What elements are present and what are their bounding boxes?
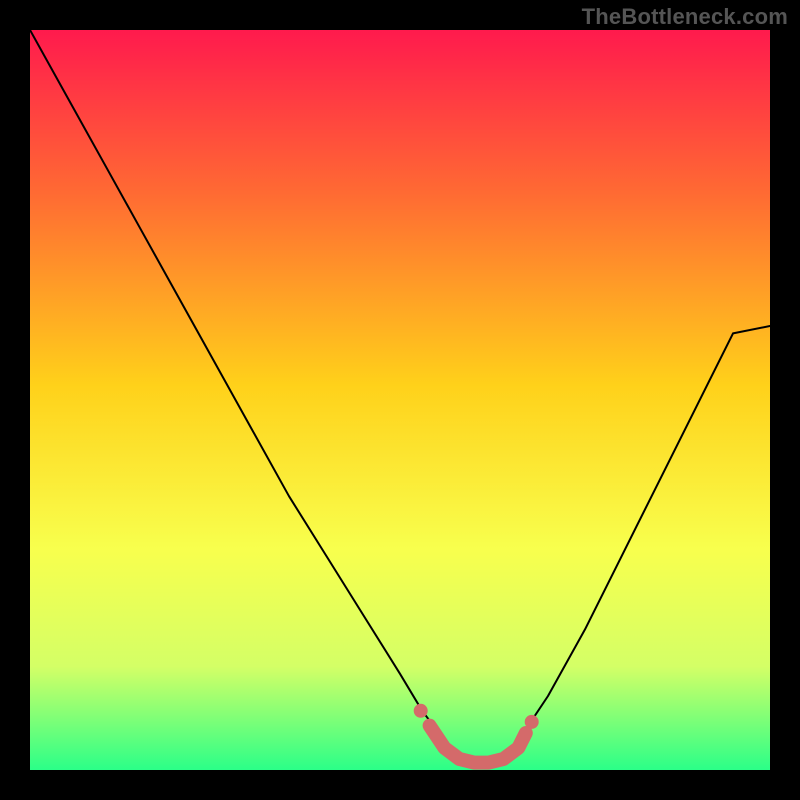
chart-frame: TheBottleneck.com: [0, 0, 800, 800]
gradient-background: [30, 30, 770, 770]
bottleneck-chart: [30, 30, 770, 770]
optimal-range-endpoint: [414, 704, 428, 718]
optimal-range-endpoint: [525, 715, 539, 729]
watermark-text: TheBottleneck.com: [582, 4, 788, 30]
plot-area: [30, 30, 770, 770]
